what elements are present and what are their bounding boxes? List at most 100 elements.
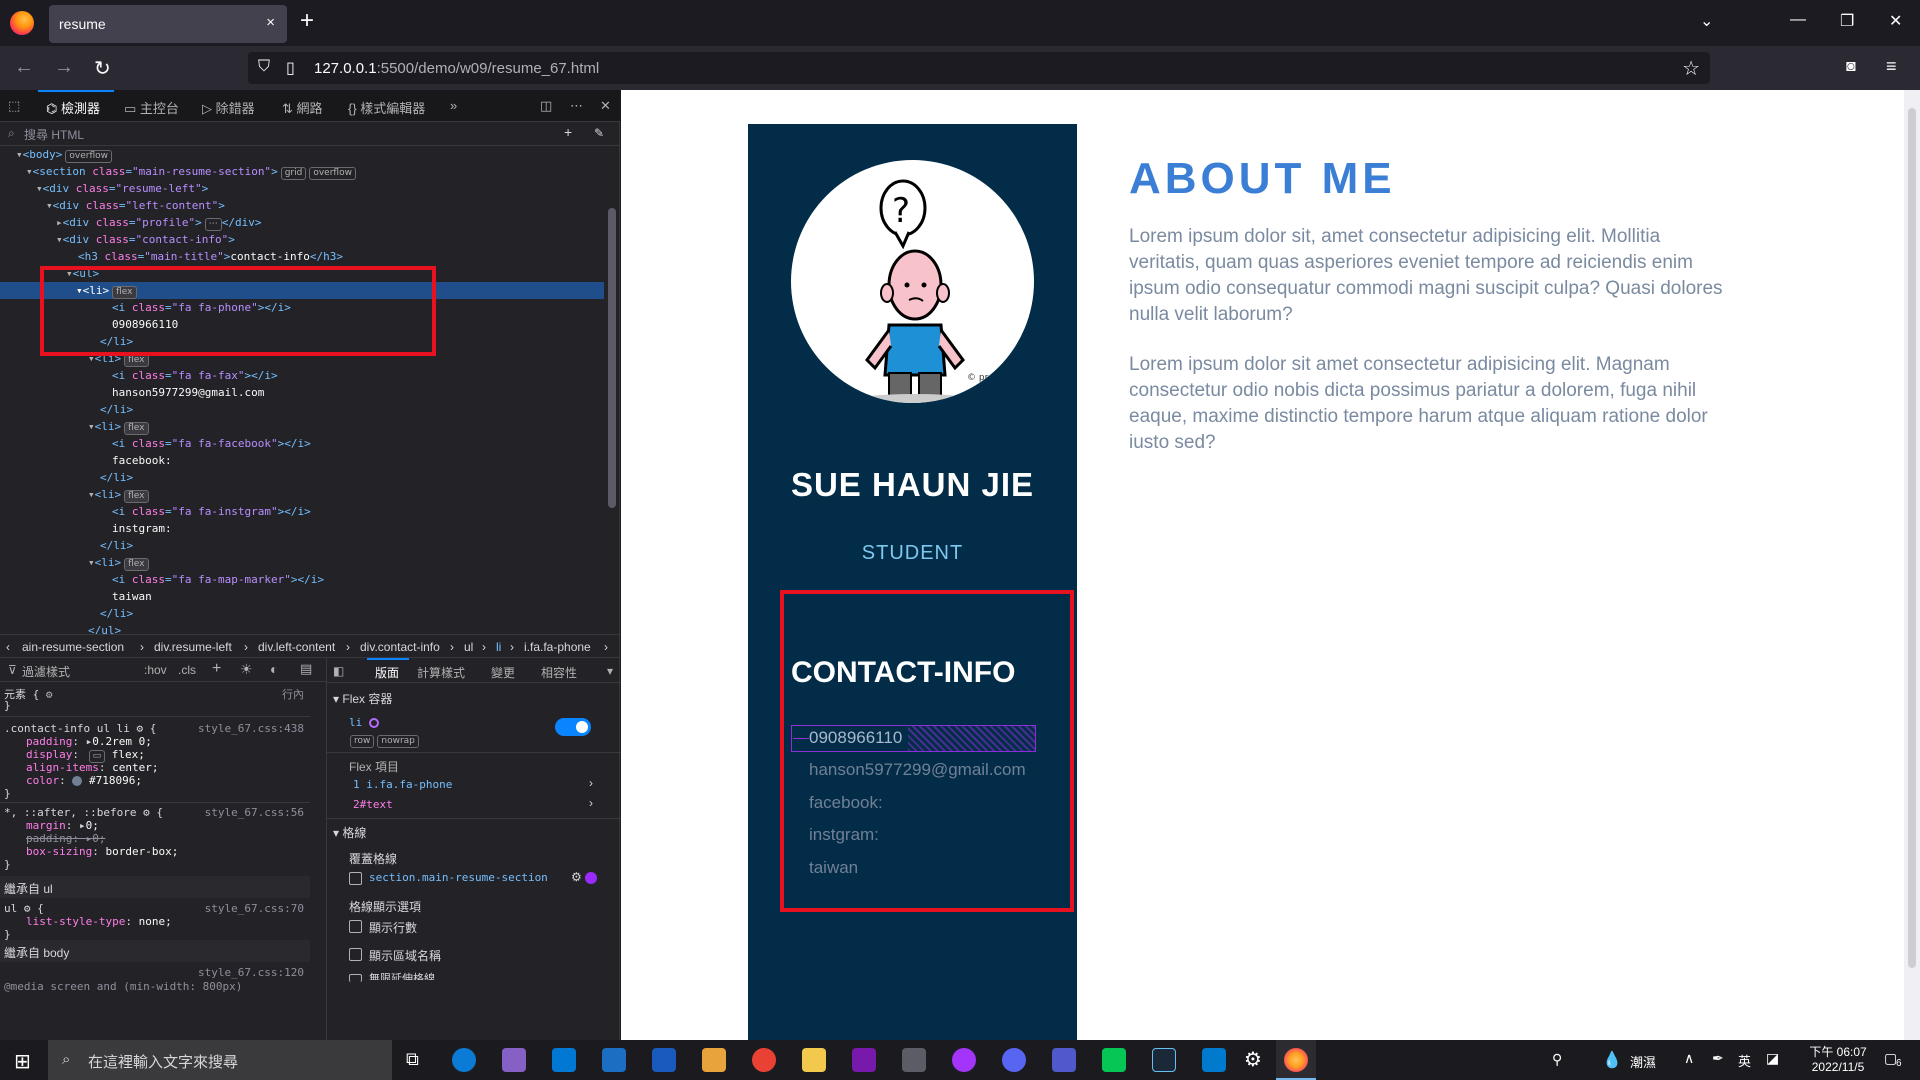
rule-declaration[interactable]: align-items: center;	[26, 761, 158, 774]
light-theme-icon[interactable]: ☀	[240, 661, 253, 678]
hov-button[interactable]: :hov	[144, 663, 167, 677]
reload-icon[interactable]: ↻	[94, 56, 111, 81]
dark-theme-icon[interactable]: ◐	[270, 661, 278, 677]
tree-scrollbar[interactable]	[605, 148, 619, 634]
grid-overlay-checkbox[interactable]	[349, 872, 362, 885]
rule-declaration[interactable]: color: #718096;	[26, 774, 142, 787]
print-media-icon[interactable]: ▤	[300, 661, 312, 677]
steam-icon[interactable]	[1152, 1048, 1176, 1072]
tree-row[interactable]: </li>	[0, 469, 604, 486]
flex-item[interactable]: 2#text	[353, 798, 393, 811]
tree-row[interactable]: ▾<li> flex	[0, 418, 604, 435]
tree-row[interactable]: ▾<section class="main-resume-section"> gr…	[0, 163, 604, 180]
page-info-icon[interactable]: ▯	[286, 58, 295, 78]
line-icon[interactable]	[1102, 1048, 1126, 1072]
restore-icon[interactable]: ❐	[1840, 11, 1854, 31]
close-devtools-icon[interactable]: ✕	[600, 98, 611, 114]
scrollbar-thumb[interactable]	[1908, 108, 1916, 968]
rule-selector[interactable]: .contact-info ul li ⚙ {	[4, 722, 156, 735]
rule-declaration-overridden[interactable]: padding: ▸0;	[26, 832, 105, 845]
vscode-icon[interactable]	[1202, 1048, 1226, 1072]
tree-row[interactable]: ▸<div class="profile"> ⋯ </div>	[0, 214, 604, 231]
rule-declaration[interactable]: list-style-type: none;	[26, 915, 172, 928]
pick-element-icon[interactable]: ⬚	[8, 98, 20, 114]
tree-row[interactable]: hanson5977299@gmail.com	[0, 384, 604, 401]
tab-network[interactable]: ⇅ 網路	[282, 98, 323, 117]
rule-selector[interactable]: ul ⚙ {	[4, 902, 44, 915]
tree-row[interactable]: <i class="fa fa-instgram"></i>	[0, 503, 604, 520]
tree-row[interactable]: </li>	[0, 401, 604, 418]
settings-gear-icon[interactable]: ⚙	[1244, 1047, 1262, 1072]
taskbar-clock[interactable]: 下午 06:07 2022/11/5	[1796, 1043, 1880, 1074]
url-text[interactable]: 127.0.0.1:5500/demo/w09/resume_67.html	[314, 60, 599, 77]
breadcrumb-item[interactable]: div.resume-left	[154, 640, 232, 654]
calculator-icon[interactable]	[902, 1048, 926, 1072]
media-player-icon[interactable]	[702, 1048, 726, 1072]
eyedropper-icon[interactable]: ✎	[594, 126, 604, 140]
edge-icon[interactable]	[452, 1048, 476, 1072]
tab-list-icon[interactable]: ⌄	[1700, 11, 1713, 31]
dock-icon[interactable]: ◫	[540, 98, 552, 114]
pen-icon[interactable]: ✒	[1712, 1050, 1724, 1067]
show-area-names-checkbox[interactable]	[349, 948, 362, 961]
tab-inspector[interactable]: ⌬ 檢測器	[46, 98, 100, 117]
tab-changes[interactable]: 變更	[491, 664, 515, 681]
tree-row[interactable]: </li>	[0, 537, 604, 554]
tree-row[interactable]: ▾<div class="left-content">	[0, 197, 604, 214]
word-icon[interactable]	[652, 1048, 676, 1072]
new-tab-button[interactable]: +	[300, 9, 314, 33]
firefox-icon[interactable]	[10, 11, 34, 35]
tree-row[interactable]: facebook:	[0, 452, 604, 469]
shield-icon[interactable]: ⛉	[258, 58, 270, 76]
breadcrumb-item[interactable]: ul	[464, 640, 473, 654]
page-scrollbar[interactable]	[1904, 90, 1920, 1040]
taskbar-search[interactable]: ⌕ 在這裡輸入文字來搜尋	[48, 1040, 392, 1080]
url-bar[interactable]: ⛉ ▯ 127.0.0.1:5500/demo/w09/resume_67.ht…	[248, 52, 1710, 84]
rule-source[interactable]: style_67.css:438	[198, 722, 304, 735]
chevron-right-icon[interactable]: ›	[589, 776, 593, 790]
overflow-badge[interactable]: overflow	[65, 150, 112, 163]
chrome-icon[interactable]	[752, 1048, 776, 1072]
more-tabs-icon[interactable]: »	[450, 98, 457, 113]
tree-row[interactable]: ▾<div class="resume-left">	[0, 180, 604, 197]
store-icon[interactable]	[552, 1048, 576, 1072]
chevron-right-icon[interactable]: ›	[589, 796, 593, 810]
tree-row[interactable]: <i class="fa fa-facebook"></i>	[0, 435, 604, 452]
tab-style-editor[interactable]: {} 樣式編輯器	[348, 98, 425, 117]
chevron-up-icon[interactable]: ∧	[1684, 1050, 1694, 1067]
windows-start-icon[interactable]: ⊞	[14, 1049, 31, 1074]
flex-badge[interactable]: flex	[124, 422, 149, 435]
tree-row[interactable]: taiwan	[0, 588, 604, 605]
tree-row[interactable]: ▾<body> overflow	[0, 146, 604, 163]
close-window-icon[interactable]: ✕	[1889, 11, 1902, 31]
teams-icon[interactable]	[1052, 1048, 1076, 1072]
back-icon[interactable]: ←	[14, 56, 34, 79]
breadcrumb-item[interactable]: ain-resume-section	[22, 640, 124, 654]
add-node-icon[interactable]: +	[564, 124, 572, 140]
collapsed-badge[interactable]: ⋯	[204, 218, 222, 231]
tab-computed[interactable]: 計算樣式	[417, 664, 465, 681]
weather-icon[interactable]: 💧	[1602, 1050, 1622, 1070]
rule-declaration[interactable]: box-sizing: border-box;	[26, 845, 178, 858]
tree-row[interactable]: </ul>	[0, 622, 604, 634]
breadcrumb-item-current[interactable]: i.fa.fa-phone	[524, 640, 591, 654]
gear-icon[interactable]: ⚙	[571, 870, 582, 884]
tree-row[interactable]: ▾<li> flex	[0, 486, 604, 503]
discord-icon[interactable]	[1002, 1048, 1026, 1072]
onenote-icon[interactable]	[852, 1048, 876, 1072]
scrollbar-thumb[interactable]	[608, 208, 616, 508]
rule-declaration[interactable]: margin: ▸0;	[26, 819, 99, 832]
sidebar-toggle-icon[interactable]: ◧	[333, 664, 344, 678]
overflow-badge[interactable]: overflow	[309, 167, 356, 180]
flex-container-header[interactable]: ▾ Flex 容器	[333, 690, 392, 707]
weather-label[interactable]: 潮濕	[1630, 1052, 1656, 1071]
ime-indicator[interactable]: 英	[1738, 1051, 1751, 1070]
flex-highlighter-toggle[interactable]	[555, 718, 591, 736]
tab-debugger[interactable]: ▷ 除錯器	[202, 98, 255, 117]
people-icon[interactable]: ⚲	[1552, 1051, 1562, 1068]
cls-button[interactable]: .cls	[178, 663, 196, 677]
tab-layout[interactable]: 版面	[375, 664, 399, 681]
color-swatch[interactable]	[72, 776, 83, 786]
breadcrumb-item[interactable]: div.contact-info	[360, 640, 440, 654]
tab-console[interactable]: ▭ 主控台	[124, 98, 179, 117]
